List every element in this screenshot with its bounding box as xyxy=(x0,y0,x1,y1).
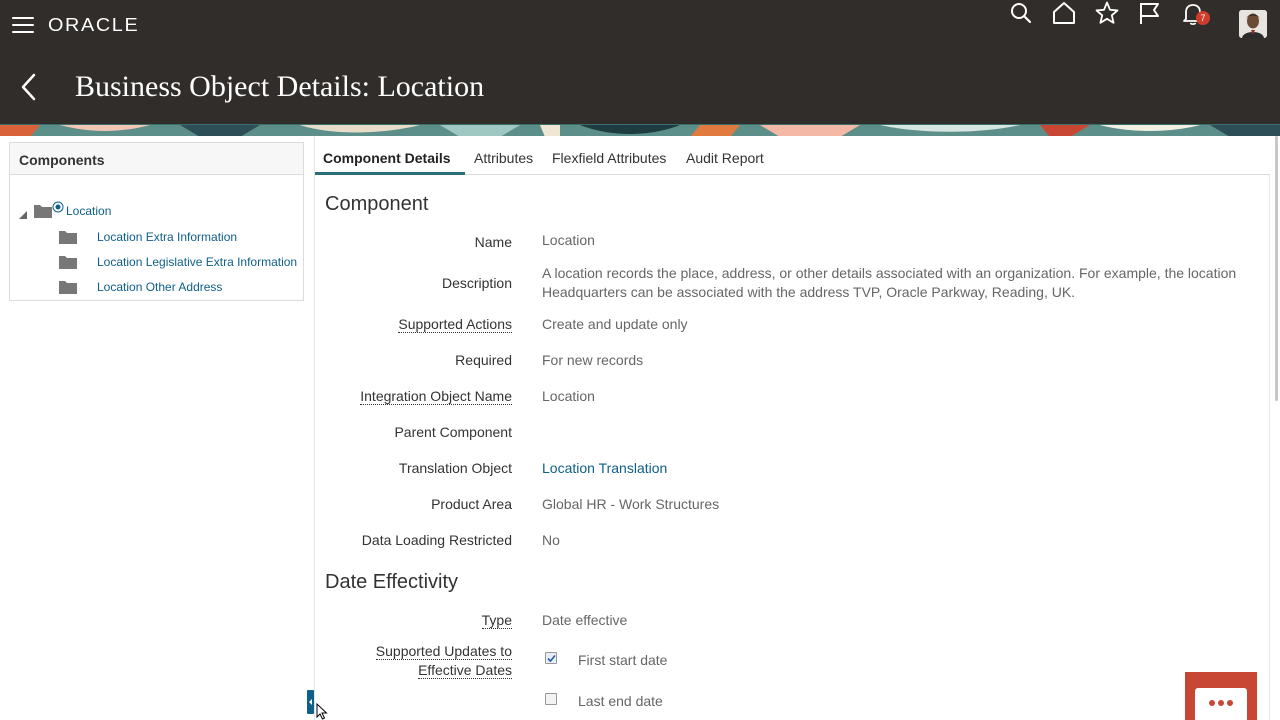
component-heading: Component xyxy=(325,193,429,215)
selected-radio-icon xyxy=(52,201,64,213)
data-loading-restricted-value: No xyxy=(542,532,560,548)
description-label: Description xyxy=(441,275,512,291)
components-panel: Components Location Location Extra Infor… xyxy=(9,142,304,301)
integration-object-name-label-text: Integration Object Name xyxy=(360,388,512,405)
tree-item-location-legislative-extra-information[interactable]: Location Legislative Extra Information xyxy=(59,252,297,272)
parent-component-label: Parent Component xyxy=(394,424,512,440)
search-icon[interactable] xyxy=(1008,0,1034,26)
components-panel-title: Components xyxy=(10,143,303,175)
translation-object-label: Translation Object xyxy=(398,460,512,476)
mouse-cursor-icon xyxy=(316,703,328,720)
tree-item-location[interactable]: Location xyxy=(34,201,111,221)
data-loading-restricted-label: Data Loading Restricted xyxy=(361,532,512,548)
folder-icon xyxy=(59,231,77,244)
supported-updates-label-line2: Effective Dates xyxy=(418,662,512,679)
date-effectivity-heading: Date Effectivity xyxy=(325,571,459,593)
product-area-value: Global HR - Work Structures xyxy=(542,496,720,512)
tree-item-label: Location Legislative Extra Information xyxy=(97,255,298,269)
back-arrow-icon[interactable] xyxy=(18,72,40,102)
tab-attributes[interactable]: Attributes xyxy=(474,150,533,166)
first-start-date-label: First start date xyxy=(578,652,668,668)
type-value: Date effective xyxy=(542,612,628,628)
notification-badge[interactable]: 7 xyxy=(1196,11,1210,25)
tree-item-label: Location Other Address xyxy=(97,280,223,294)
first-start-date-checkbox[interactable] xyxy=(545,652,557,664)
supported-actions-label-text: Supported Actions xyxy=(398,316,512,333)
page-header: Business Object Details: Location xyxy=(0,50,1280,124)
folder-icon xyxy=(34,205,52,218)
description-value: A location records the place, address, o… xyxy=(542,265,1237,300)
page-scrollbar[interactable] xyxy=(1275,136,1278,401)
product-area-label: Product Area xyxy=(431,496,512,512)
user-avatar[interactable] xyxy=(1239,10,1267,38)
tab-component-details[interactable]: Component Details xyxy=(323,150,451,166)
integration-object-name-value: Location xyxy=(542,388,595,404)
content-border xyxy=(1269,175,1270,720)
tree-item-location-extra-information[interactable]: Location Extra Information xyxy=(59,227,237,247)
tab-audit-report[interactable]: Audit Report xyxy=(686,150,764,166)
splitter-collapse-handle[interactable] xyxy=(307,690,314,714)
global-header: ORACLE 7 xyxy=(0,0,1280,50)
chat-button[interactable] xyxy=(1185,672,1257,720)
translation-object-link[interactable]: Location Translation xyxy=(542,459,667,478)
folder-icon xyxy=(59,281,77,294)
home-icon[interactable] xyxy=(1051,0,1077,26)
type-label[interactable]: Type xyxy=(262,611,512,630)
supported-updates-label-line1: Supported Updates to xyxy=(375,643,512,660)
chat-icon xyxy=(1195,688,1247,720)
oracle-logo[interactable]: ORACLE xyxy=(48,15,139,36)
supported-actions-label[interactable]: Supported Actions xyxy=(262,315,512,334)
hamburger-icon[interactable] xyxy=(12,17,34,33)
last-end-date-label: Last end date xyxy=(578,693,663,709)
flag-icon[interactable] xyxy=(1137,0,1163,26)
tree-item-label: Location xyxy=(66,204,112,218)
last-end-date-checkbox[interactable] xyxy=(545,693,557,705)
folder-icon xyxy=(59,256,77,269)
supported-updates-label[interactable]: Supported Updates to Effective Dates xyxy=(262,642,512,680)
required-value: For new records xyxy=(542,352,644,368)
integration-object-name-label[interactable]: Integration Object Name xyxy=(262,387,512,406)
tree-item-location-other-address[interactable]: Location Other Address xyxy=(59,277,222,297)
tree-item-label: Location Extra Information xyxy=(97,230,238,244)
page-title: Business Object Details: Location xyxy=(75,70,485,103)
active-tab-indicator xyxy=(315,172,465,175)
type-label-text: Type xyxy=(481,612,512,629)
tree-collapse-icon[interactable] xyxy=(19,211,27,219)
tab-bar: Component Details Attributes Flexfield A… xyxy=(315,142,1270,175)
star-icon[interactable] xyxy=(1094,0,1120,26)
tab-flexfield-attributes[interactable]: Flexfield Attributes xyxy=(552,150,666,166)
supported-actions-value: Create and update only xyxy=(542,316,688,332)
name-label: Name xyxy=(474,234,512,250)
decorative-banner xyxy=(0,124,1280,136)
name-value: Location xyxy=(542,232,595,248)
required-label: Required xyxy=(455,352,512,368)
